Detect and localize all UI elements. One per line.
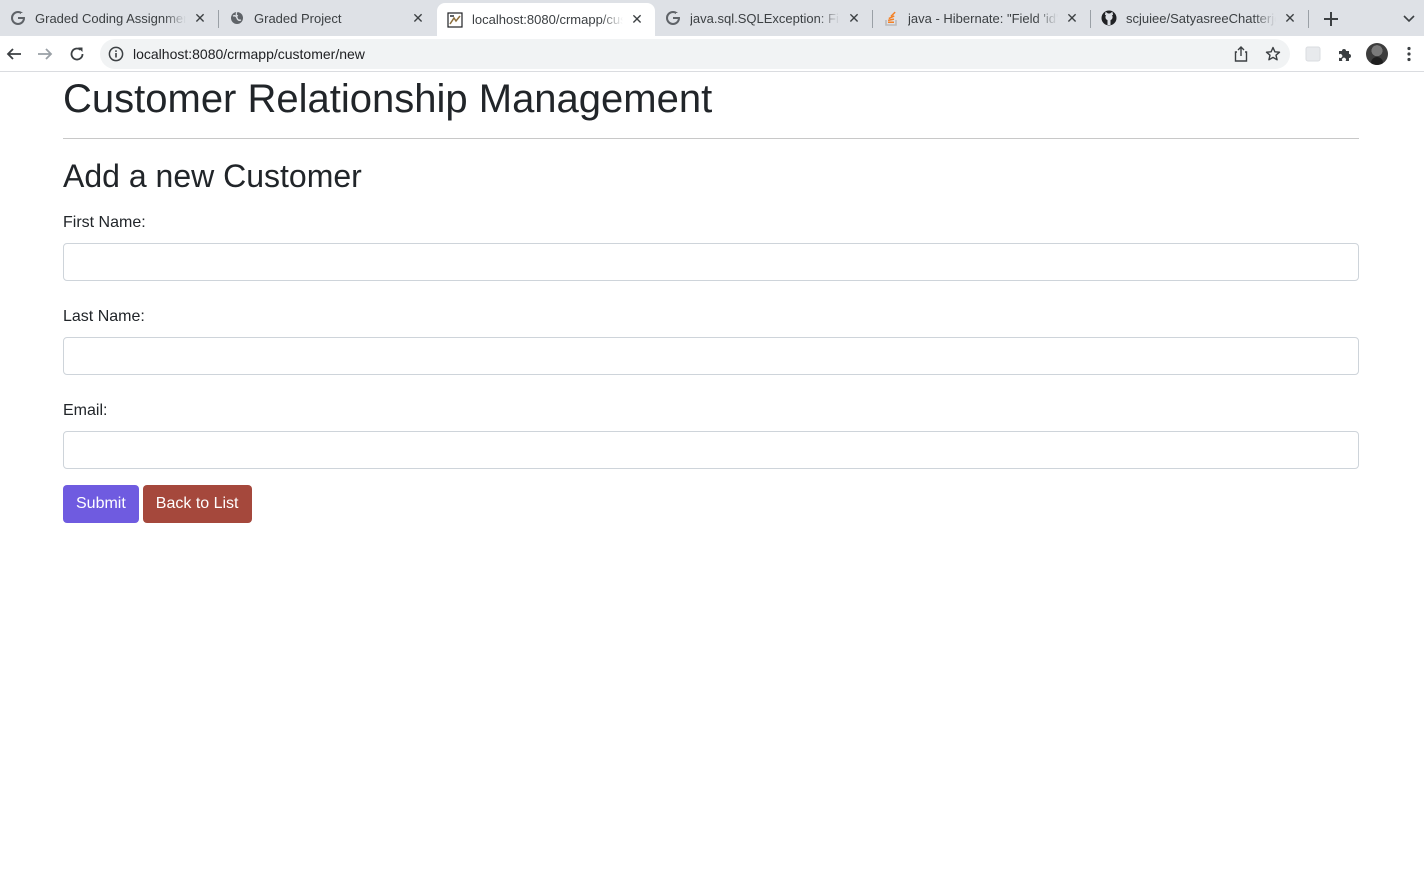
last-name-group: Last Name: bbox=[63, 305, 1359, 375]
tab-stackoverflow-hibernate[interactable]: java - Hibernate: "Field 'id' ✕ bbox=[873, 0, 1090, 36]
page-icon bbox=[447, 11, 463, 28]
new-tab-button[interactable] bbox=[1318, 6, 1344, 32]
tab-github-repo[interactable]: scjuiee/SatyasreeChatterjee ✕ bbox=[1091, 0, 1308, 36]
forward-button[interactable] bbox=[31, 40, 59, 68]
close-icon[interactable]: ✕ bbox=[846, 10, 862, 26]
first-name-input[interactable] bbox=[63, 243, 1359, 281]
back-to-list-button[interactable]: Back to List bbox=[142, 485, 252, 523]
tab-graded-project[interactable]: Graded Project ✕ bbox=[219, 0, 436, 36]
submit-button[interactable]: Submit bbox=[63, 485, 139, 523]
tab-sqlexception[interactable]: java.sql.SQLException: Field ✕ bbox=[655, 0, 872, 36]
profile-avatar[interactable] bbox=[1366, 43, 1388, 65]
reload-icon bbox=[70, 47, 84, 61]
tab-localhost-crmapp[interactable]: localhost:8080/crmapp/cust ✕ bbox=[437, 3, 655, 36]
share-icon[interactable] bbox=[1231, 44, 1251, 64]
tab-title: localhost:8080/crmapp/cust bbox=[472, 12, 623, 27]
first-name-group: First Name: bbox=[63, 211, 1359, 281]
close-icon[interactable]: ✕ bbox=[1282, 10, 1298, 26]
info-icon[interactable] bbox=[108, 46, 124, 62]
first-name-label: First Name: bbox=[63, 214, 146, 231]
plus-icon bbox=[1324, 12, 1338, 26]
github-icon bbox=[1101, 10, 1117, 26]
page-title: Customer Relationship Management bbox=[63, 77, 713, 121]
tab-graded-coding-assignment[interactable]: Graded Coding Assignment ✕ bbox=[0, 0, 218, 36]
url-text[interactable]: localhost:8080/crmapp/customer/new bbox=[133, 46, 365, 62]
last-name-label: Last Name: bbox=[63, 308, 145, 325]
chevron-down-icon bbox=[1403, 15, 1415, 23]
reload-button[interactable] bbox=[63, 40, 91, 68]
browser-toolbar: localhost:8080/crmapp/customer/new bbox=[0, 36, 1424, 72]
bookmark-star-icon[interactable] bbox=[1263, 44, 1283, 64]
tab-title: java.sql.SQLException: Field bbox=[690, 10, 840, 26]
add-customer-form: First Name: Last Name: Email: Submit Bac… bbox=[63, 211, 1359, 523]
arrow-right-icon bbox=[38, 48, 53, 60]
extension-placeholder-icon[interactable] bbox=[1303, 44, 1323, 64]
close-icon[interactable]: ✕ bbox=[1064, 10, 1080, 26]
tab-divider bbox=[1308, 10, 1309, 28]
form-title: Add a new Customer bbox=[63, 158, 362, 194]
kebab-menu-icon[interactable] bbox=[1399, 44, 1419, 64]
close-icon[interactable]: ✕ bbox=[192, 10, 208, 26]
stackoverflow-icon bbox=[883, 10, 899, 26]
email-label: Email: bbox=[63, 402, 108, 419]
form-actions: Submit Back to List bbox=[63, 485, 1359, 523]
tab-title: java - Hibernate: "Field 'id' bbox=[908, 10, 1058, 26]
back-button[interactable] bbox=[0, 40, 28, 68]
tab-title: Graded Project bbox=[254, 10, 342, 26]
tab-title: Graded Coding Assignment bbox=[35, 10, 186, 26]
arrow-left-icon bbox=[6, 48, 21, 60]
last-name-input[interactable] bbox=[63, 337, 1359, 375]
address-bar[interactable]: localhost:8080/crmapp/customer/new bbox=[100, 39, 1290, 69]
google-icon bbox=[665, 10, 681, 26]
email-group: Email: bbox=[63, 399, 1359, 469]
tab-search-button[interactable] bbox=[1398, 8, 1420, 30]
tab-title: scjuiee/SatyasreeChatterjee bbox=[1126, 10, 1276, 26]
close-icon[interactable]: ✕ bbox=[410, 10, 426, 26]
close-icon[interactable]: ✕ bbox=[629, 11, 645, 28]
globe-icon bbox=[229, 10, 245, 26]
puzzle-icon[interactable] bbox=[1335, 44, 1355, 64]
page-content: Customer Relationship Management Add a n… bbox=[63, 73, 1359, 523]
email-input[interactable] bbox=[63, 431, 1359, 469]
divider bbox=[63, 138, 1359, 139]
google-icon bbox=[10, 10, 26, 26]
tab-strip: Graded Coding Assignment ✕ Graded Projec… bbox=[0, 0, 1424, 36]
